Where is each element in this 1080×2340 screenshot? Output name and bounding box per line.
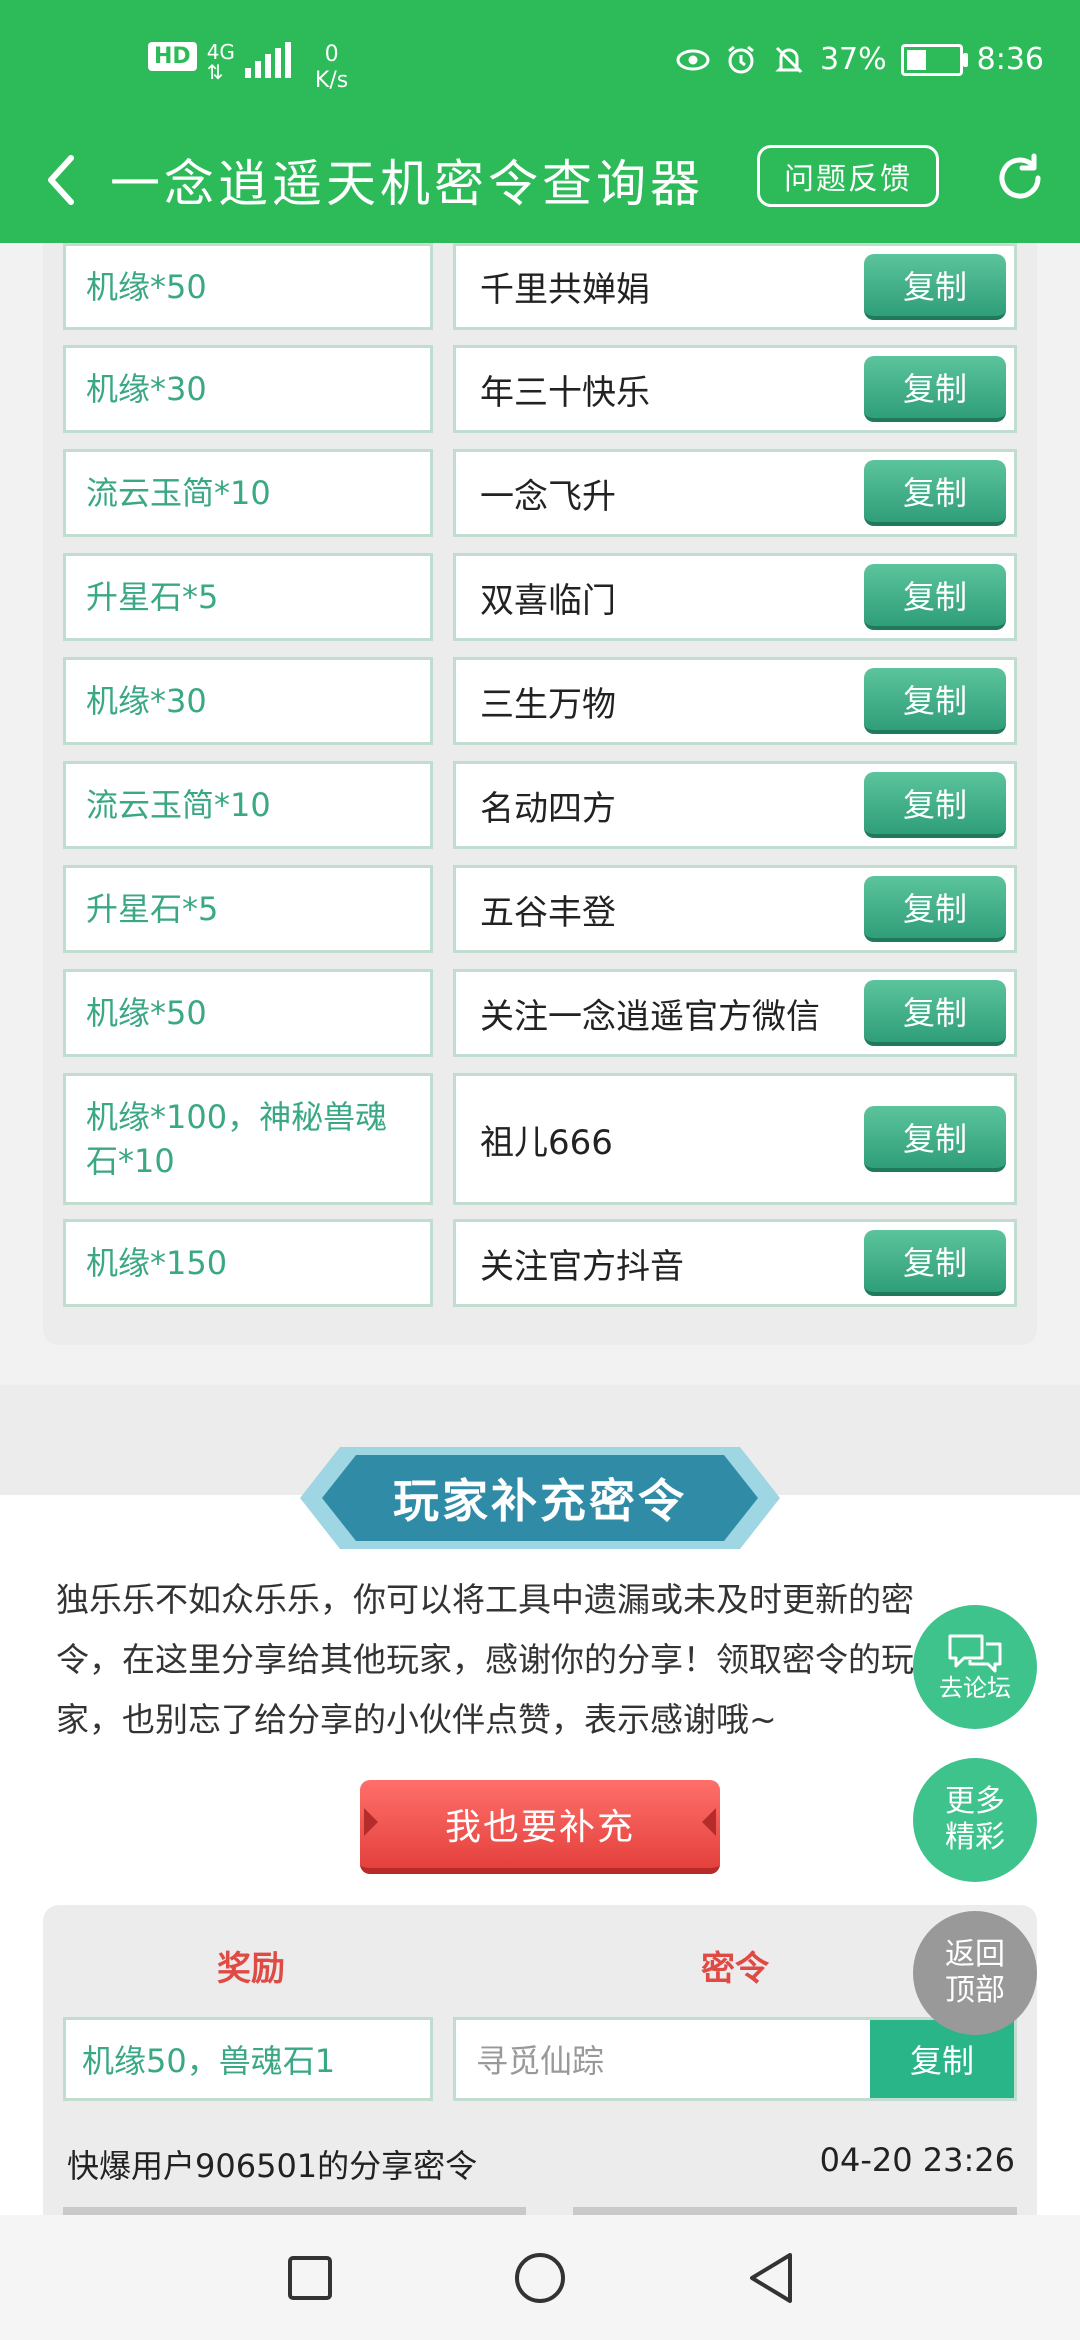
forum-button[interactable]: 去论坛 xyxy=(913,1605,1037,1729)
back-triangle-icon[interactable] xyxy=(730,2238,810,2318)
battery-percent: 37% xyxy=(819,42,887,77)
code-row: 机缘*100，神秘兽魂石*10 祖儿666 复制 xyxy=(63,1073,1017,1205)
code-cell: 三生万物 复制 xyxy=(453,657,1017,745)
copy-button[interactable]: 复制 xyxy=(864,980,1006,1046)
code-row: 机缘*150 关注官方抖音 复制 xyxy=(63,1219,1017,1307)
back-to-top-line2: 顶部 xyxy=(945,1973,1005,2008)
eye-icon xyxy=(676,43,710,77)
code-row: 机缘*50 关注一念逍遥官方微信 复制 xyxy=(63,969,1017,1057)
shared-code-cell: 寻觅仙踪 复制 xyxy=(453,2017,1017,2101)
section-title: 玩家补充密令 xyxy=(393,1474,687,1528)
code-text: 五谷丰登 xyxy=(480,892,616,933)
add-code-button[interactable]: 我也要补充 xyxy=(360,1780,720,1874)
shared-by-user: 快爆用户906501的分享密令 xyxy=(67,2147,478,2185)
code-column-header: 密令 xyxy=(701,1949,769,1989)
copy-button[interactable]: 复制 xyxy=(864,1106,1006,1172)
copy-button[interactable]: 复制 xyxy=(864,772,1006,838)
copy-button[interactable]: 复制 xyxy=(864,253,1006,320)
refresh-icon[interactable] xyxy=(990,148,1050,208)
more-label-line1: 更多 xyxy=(945,1784,1005,1819)
code-row: 流云玉简*10 名动四方 复制 xyxy=(63,761,1017,849)
code-row: 机缘*50 千里共婵娟 复制 xyxy=(63,243,1017,330)
mute-icon xyxy=(772,43,806,77)
code-cell: 关注一念逍遥官方微信 复制 xyxy=(453,969,1017,1057)
status-bar-left: HD 4G ⇅ 0 K/s xyxy=(148,42,348,94)
code-list-card: 机缘*50 千里共婵娟 复制 机缘*30 年三十快乐 复制 流云玉简*10 一念… xyxy=(43,243,1037,1345)
chat-bubbles-icon xyxy=(948,1634,1002,1673)
code-text: 关注官方抖音 xyxy=(480,1246,684,1287)
code-text: 千里共婵娟 xyxy=(480,270,650,310)
section-banner: 玩家补充密令 xyxy=(300,1447,780,1549)
shared-reward-cell: 机缘50，兽魂石1 xyxy=(63,2017,433,2101)
hd-badge: HD xyxy=(148,42,197,71)
system-nav-bar xyxy=(0,2215,1080,2340)
code-cell: 五谷丰登 复制 xyxy=(453,865,1017,953)
code-row: 机缘*30 年三十快乐 复制 xyxy=(63,345,1017,433)
page-title: 一念逍遥天机密令查询器 xyxy=(110,155,704,213)
code-text: 关注一念逍遥官方微信 xyxy=(480,996,820,1037)
reward-cell: 机缘*50 xyxy=(63,969,433,1057)
reward-cell: 流云玉简*10 xyxy=(63,761,433,849)
reward-cell: 升星石*5 xyxy=(63,553,433,641)
code-cell: 关注官方抖音 复制 xyxy=(453,1219,1017,1307)
battery-icon xyxy=(900,43,968,76)
app-header: HD 4G ⇅ 0 K/s 37% 8:36 一念逍遥天机密令查询器 问题反馈 xyxy=(0,0,1080,243)
copy-button[interactable]: 复制 xyxy=(864,356,1006,422)
code-text: 名动四方 xyxy=(480,788,616,829)
back-arrow-icon[interactable] xyxy=(30,150,90,210)
shared-code-text: 寻觅仙踪 xyxy=(476,2042,605,2080)
clock: 8:36 xyxy=(976,42,1044,77)
reward-cell: 升星石*5 xyxy=(63,865,433,953)
code-cell: 名动四方 复制 xyxy=(453,761,1017,849)
copy-button[interactable]: 复制 xyxy=(864,1230,1006,1296)
copy-button[interactable]: 复制 xyxy=(864,460,1006,526)
recent-apps-icon[interactable] xyxy=(270,2238,350,2318)
more-button[interactable]: 更多 精彩 xyxy=(913,1758,1037,1882)
reward-cell: 机缘*30 xyxy=(63,657,433,745)
code-text: 一念飞升 xyxy=(480,476,616,517)
back-to-top-line1: 返回 xyxy=(945,1937,1005,1972)
network-speed-value: 0 xyxy=(324,42,339,67)
network-speed: 0 K/s xyxy=(315,42,348,94)
feedback-button[interactable]: 问题反馈 xyxy=(757,145,939,207)
code-text: 双喜临门 xyxy=(480,580,616,621)
code-cell: 千里共婵娟 复制 xyxy=(453,243,1017,330)
code-cell: 祖儿666 复制 xyxy=(453,1073,1017,1205)
signal-icon xyxy=(244,42,291,78)
network-type-label: 4G xyxy=(206,40,235,64)
reward-cell: 机缘*150 xyxy=(63,1219,433,1307)
network-activity-icon: ⇅ xyxy=(206,60,224,84)
reward-cell: 机缘*30 xyxy=(63,345,433,433)
more-label-line2: 精彩 xyxy=(945,1820,1005,1855)
shared-code-card: 奖励 密令 机缘50，兽魂石1 寻觅仙踪 复制 快爆用户906501的分享密令 … xyxy=(43,1905,1037,2225)
code-row: 流云玉简*10 一念飞升 复制 xyxy=(63,449,1017,537)
code-row: 升星石*5 双喜临门 复制 xyxy=(63,553,1017,641)
section-intro: 独乐乐不如众乐乐，你可以将工具中遗漏或未及时更新的密令，在这里分享给其他玩家，感… xyxy=(56,1580,914,1739)
reward-cell: 机缘*50 xyxy=(63,243,433,330)
network-speed-unit: K/s xyxy=(314,68,349,93)
code-cell: 一念飞升 复制 xyxy=(453,449,1017,537)
copy-button[interactable]: 复制 xyxy=(864,564,1006,630)
code-row: 机缘*30 三生万物 复制 xyxy=(63,657,1017,745)
network-type: 4G ⇅ xyxy=(207,42,235,82)
back-to-top-button[interactable]: 返回 顶部 xyxy=(913,1911,1037,2035)
status-bar-right: 37% 8:36 xyxy=(676,42,1044,77)
copy-button[interactable]: 复制 xyxy=(864,668,1006,734)
title-bar: 一念逍遥天机密令查询器 问题反馈 xyxy=(0,130,1080,230)
home-icon[interactable] xyxy=(500,2238,580,2318)
copy-button[interactable]: 复制 xyxy=(864,876,1006,942)
reward-column-header: 奖励 xyxy=(217,1949,285,1989)
code-row: 升星石*5 五谷丰登 复制 xyxy=(63,865,1017,953)
code-text: 祖儿666 xyxy=(480,1122,613,1163)
forum-label: 去论坛 xyxy=(939,1674,1011,1702)
alarm-icon xyxy=(724,43,758,77)
code-text: 三生万物 xyxy=(480,684,616,725)
code-text: 年三十快乐 xyxy=(480,372,650,413)
code-cell: 年三十快乐 复制 xyxy=(453,345,1017,433)
reward-cell: 流云玉简*10 xyxy=(63,449,433,537)
shared-timestamp: 04-20 23:26 xyxy=(819,2141,1015,2179)
code-cell: 双喜临门 复制 xyxy=(453,553,1017,641)
reward-cell: 机缘*100，神秘兽魂石*10 xyxy=(63,1073,433,1205)
